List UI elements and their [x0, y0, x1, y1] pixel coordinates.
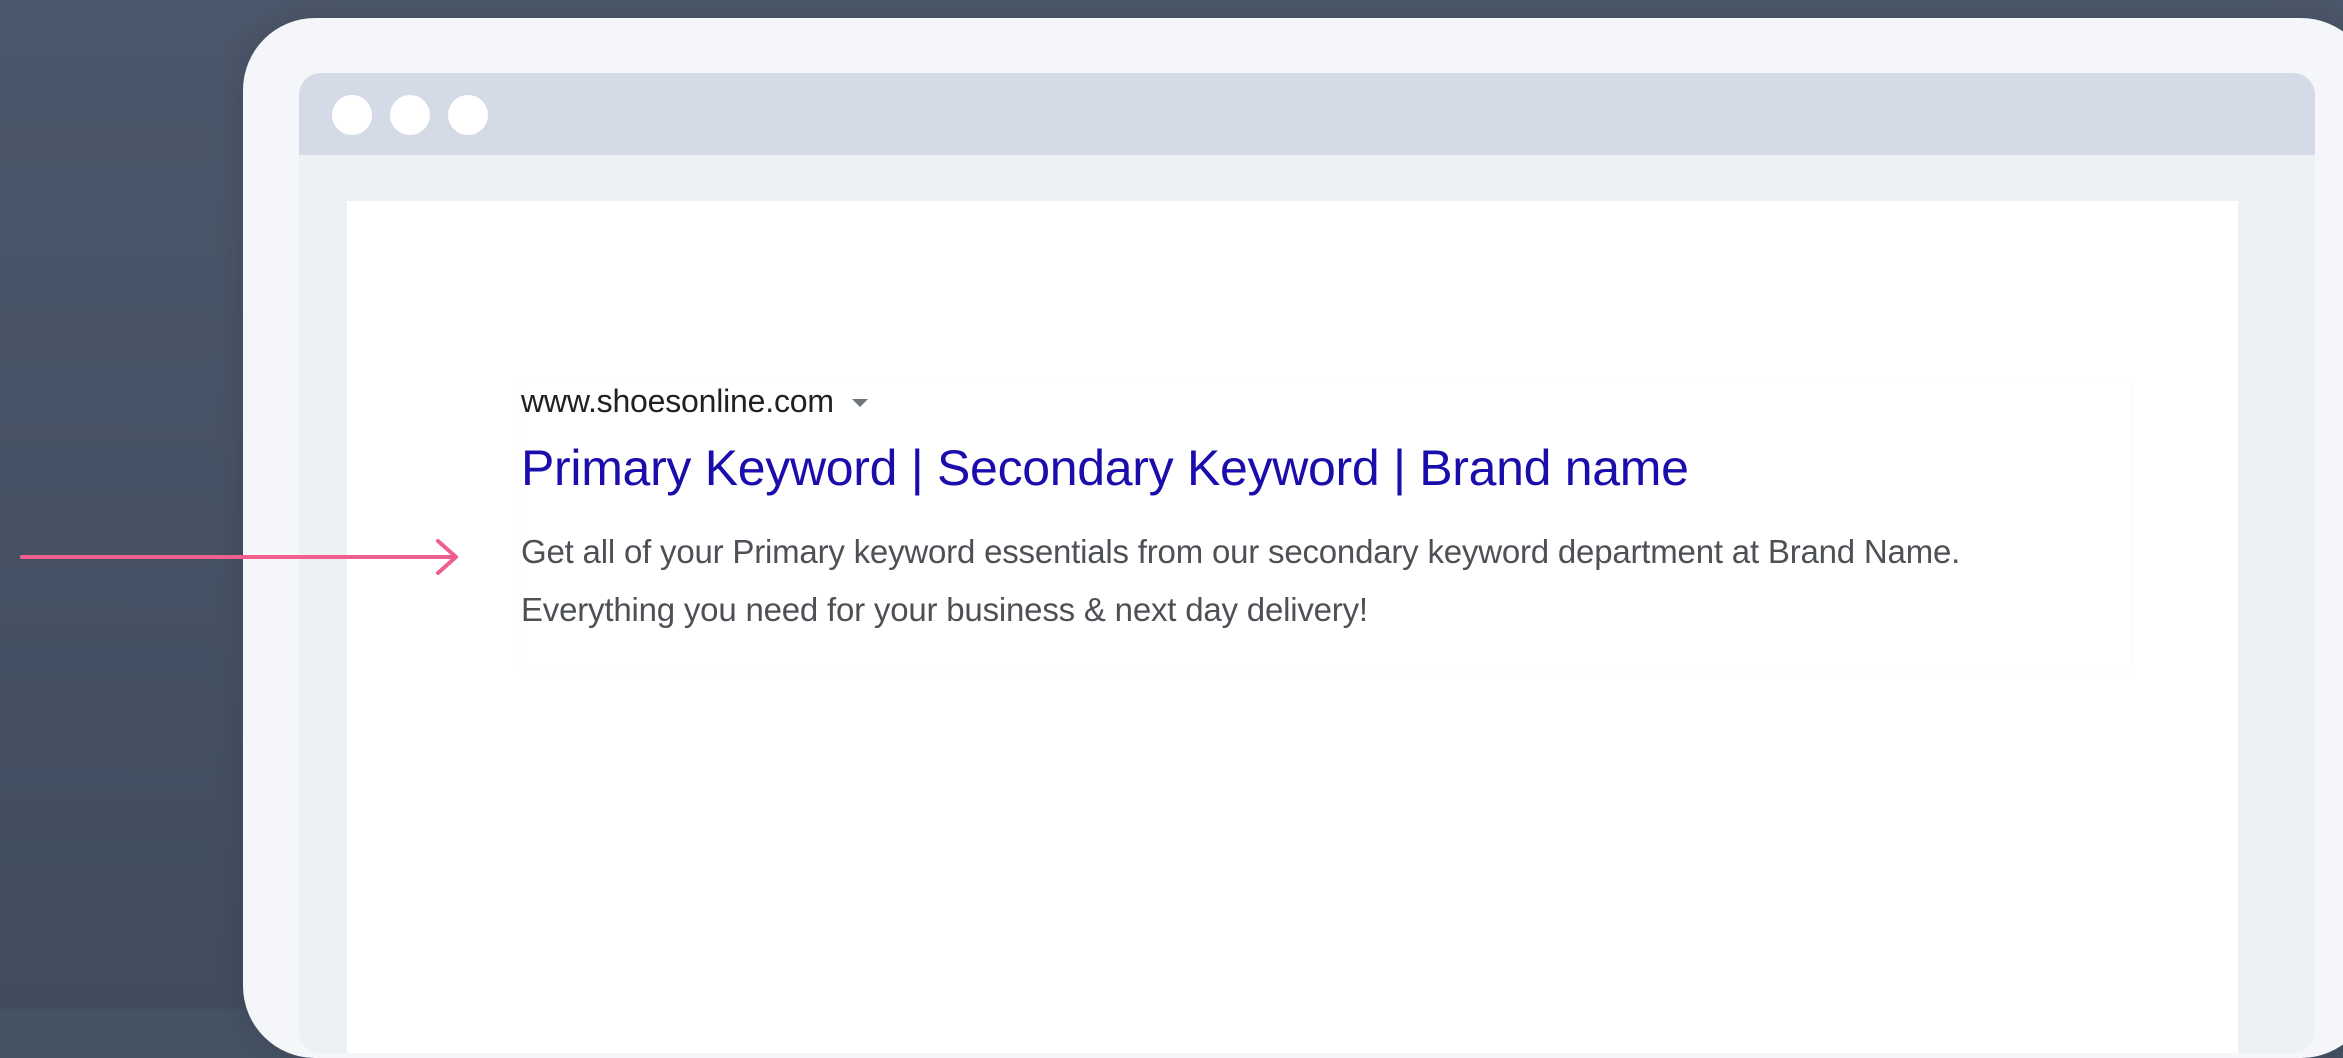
browser-viewport: www.shoesonline.com Primary Keyword | Se…: [347, 201, 2238, 1053]
result-description: Get all of your Primary keyword essentia…: [521, 533, 1961, 628]
browser-titlebar: [299, 73, 2315, 155]
result-url[interactable]: www.shoesonline.com: [521, 383, 834, 420]
result-title-link[interactable]: Primary Keyword | Secondary Keyword | Br…: [521, 439, 1689, 497]
arrow-right-icon: [20, 539, 458, 575]
search-result-snippet: www.shoesonline.com Primary Keyword | Se…: [521, 381, 2131, 671]
browser-window: www.shoesonline.com Primary Keyword | Se…: [299, 73, 2315, 1053]
caret-down-icon[interactable]: [851, 399, 868, 407]
window-control-dot[interactable]: [390, 95, 430, 135]
result-url-row: www.shoesonline.com: [521, 381, 868, 421]
window-control-dot[interactable]: [448, 95, 488, 135]
window-control-dot[interactable]: [332, 95, 372, 135]
